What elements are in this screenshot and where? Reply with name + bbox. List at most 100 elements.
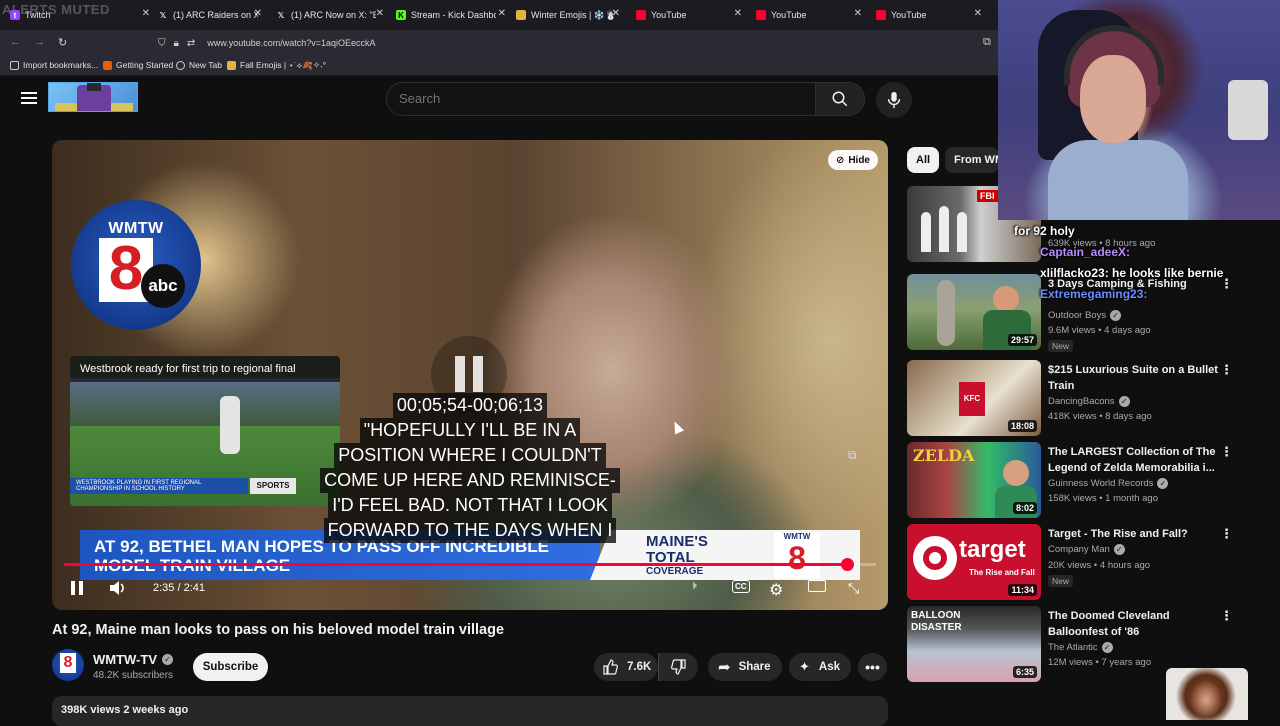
youtube-doodle-logo[interactable]	[48, 82, 138, 112]
search-input[interactable]	[399, 91, 799, 106]
bookmark-fall-emojis[interactable]: Fall Emojis | ⋆˙⟡🍂✧˖°	[227, 60, 326, 71]
share-button[interactable]: ➦ Share	[708, 653, 782, 681]
rec-channel[interactable]: The Atlantic ✓	[1048, 642, 1113, 653]
search-box	[386, 82, 816, 116]
fullscreen-button[interactable]: ⤡	[848, 580, 859, 597]
rec-meta: 20K views • 4 hours ago	[1048, 560, 1151, 571]
bookmark-label: Getting Started	[116, 60, 174, 70]
tab-youtube-2[interactable]: YouTube ✕	[756, 4, 862, 26]
football-player	[220, 396, 240, 454]
recommendation-1[interactable]: 29:57 3 Days Camping & Fishing Outdoor B…	[907, 274, 1272, 352]
tab-youtube-3[interactable]: YouTube ✕	[876, 4, 982, 26]
recommendation-3[interactable]: ZELDA 8:02 The LARGEST Collection of The…	[907, 442, 1272, 518]
progress-bar[interactable]	[64, 558, 876, 571]
bookmark-getting-started[interactable]: Getting Started	[103, 60, 173, 70]
hide-overlay-button[interactable]: ⊘ Hide	[827, 150, 878, 170]
channel-name[interactable]: WMTW-TV	[93, 652, 157, 667]
close-icon[interactable]: ✕	[254, 8, 262, 19]
close-icon[interactable]: ✕	[854, 8, 862, 19]
wmtw-station-logo: WMTW 8 abc	[71, 200, 201, 330]
logo-abc-text: abc	[141, 264, 185, 308]
channel-name-row[interactable]: WMTW-TV ✓	[93, 652, 173, 667]
more-vertical-icon[interactable]: ⋮	[1220, 444, 1233, 460]
voice-search-button[interactable]	[876, 82, 912, 118]
rec-channel[interactable]: DancingBacons ✓	[1048, 396, 1130, 407]
close-icon[interactable]: ✕	[376, 8, 384, 19]
autoplay-icon: ⏵	[692, 580, 698, 592]
hide-label: Hide	[848, 154, 870, 166]
rec-title[interactable]: Target - The Rise and Fall?	[1048, 526, 1218, 542]
globe-icon	[176, 60, 185, 70]
video-thumbnail[interactable]: KFC 18:08	[907, 360, 1041, 436]
scrubber-handle[interactable]	[840, 558, 854, 571]
recommendation-2[interactable]: KFC 18:08 $215 Luxurious Suite on a Bull…	[907, 360, 1272, 436]
subscribe-button[interactable]: Subscribe	[193, 653, 268, 681]
tab-label: (1) ARC Raiders on X: "	[173, 10, 258, 20]
tab-kick-dashboard[interactable]: K Stream - Kick Dashboard ✕	[396, 4, 506, 26]
tab-label: YouTube	[651, 10, 687, 20]
url-bar[interactable]: ⛉ 🔒︎ ⇄ www.youtube.com/watch?v=1aqiOEecc…	[150, 33, 1000, 53]
close-icon[interactable]: ✕	[142, 8, 150, 19]
pause-button[interactable]	[70, 580, 84, 596]
rec-title[interactable]: $215 Luxurious Suite on a Bullet Train	[1048, 362, 1218, 394]
close-icon[interactable]: ✕	[734, 8, 742, 19]
video-thumbnail[interactable]: target The Rise and Fall 11:34	[907, 524, 1041, 600]
captions-button[interactable]: CC	[732, 580, 750, 593]
channel-avatar[interactable]: 8	[52, 649, 84, 681]
theater-mode-button[interactable]	[808, 580, 826, 592]
more-vertical-icon[interactable]: ⋮	[1220, 608, 1233, 624]
rec-channel[interactable]: Outdoor Boys ✓	[1048, 310, 1122, 321]
tab-youtube-1[interactable]: YouTube ✕	[636, 4, 742, 26]
volume-button[interactable]	[109, 580, 127, 596]
rec-meta: 158K views • 1 month ago	[1048, 493, 1159, 504]
like-button[interactable]: 7.6K	[594, 653, 658, 681]
caption-line: POSITION WHERE I COULDN'T	[334, 443, 606, 468]
verified-icon: ✓	[1157, 478, 1169, 489]
menu-icon[interactable]	[21, 92, 37, 104]
like-count: 7.6K	[627, 661, 652, 673]
video-thumbnail[interactable]: BALLOON DISASTER 6:35	[907, 606, 1041, 682]
dislike-button[interactable]	[658, 653, 698, 681]
tab-winter-emojis[interactable]: Winter Emojis | ❄️☃️ ✕	[516, 4, 620, 26]
rec-meta: 9.6M views • 4 days ago	[1048, 325, 1151, 336]
rec-channel-name: The Atlantic	[1048, 642, 1098, 653]
reload-icon[interactable]: ↻	[58, 36, 67, 49]
close-icon[interactable]: ✕	[612, 8, 620, 19]
more-actions-button[interactable]: •••	[858, 653, 887, 681]
bookmark-import[interactable]: Import bookmarks...	[10, 60, 98, 70]
search-button[interactable]	[815, 82, 865, 116]
picture-in-picture-icon[interactable]: ⧉	[983, 36, 991, 49]
close-icon[interactable]: ✕	[974, 8, 982, 19]
tab-arc-now[interactable]: 𝕏 (1) ARC Now on X: "Big ✕	[276, 4, 384, 26]
ask-button[interactable]: ✦ Ask	[789, 653, 851, 681]
rec-channel[interactable]: Guinness World Records ✓	[1048, 478, 1169, 489]
rec-title[interactable]: The LARGEST Collection of The Legend of …	[1048, 444, 1218, 476]
lock-icon: 🔒︎	[173, 37, 179, 49]
eye-off-icon: ⊘	[835, 154, 845, 166]
streamer-webcam	[998, 0, 1280, 220]
more-vertical-icon[interactable]: ⋮	[1220, 362, 1233, 378]
back-icon[interactable]: ←	[10, 36, 21, 48]
close-icon[interactable]: ✕	[498, 8, 506, 19]
rec-channel[interactable]: Company Man ✓	[1048, 544, 1125, 555]
sparkle-icon: ✦	[799, 659, 810, 674]
caption-line: I'D FEEL BAD. NOT THAT I LOOK	[328, 493, 612, 518]
bookmark-new-tab[interactable]: New Tab	[176, 60, 222, 70]
miniplayer-icon[interactable]: ⧉	[848, 448, 857, 463]
video-thumbnail[interactable]: 29:57	[907, 274, 1041, 350]
rec-title[interactable]: The Doomed Cleveland Balloonfest of '86	[1048, 608, 1218, 640]
tab-arc-raiders[interactable]: 𝕏 (1) ARC Raiders on X: " ✕	[158, 4, 262, 26]
tab-twitch[interactable]: t Twitch ✕	[10, 4, 150, 26]
forward-icon[interactable]: →	[34, 36, 45, 48]
description-box[interactable]: 398K views 2 weeks ago	[52, 696, 888, 726]
pip-lower-third: WESTBROOK PLAYING IN FIRST REGIONAL CHAM…	[70, 478, 248, 494]
video-thumbnail[interactable]: ZELDA 8:02	[907, 442, 1041, 518]
recommendation-4[interactable]: target The Rise and Fall 11:34 Target - …	[907, 524, 1272, 600]
thumbnail-zelda-text: ZELDA	[913, 446, 975, 465]
chip-from-channel[interactable]: From WM	[945, 147, 999, 173]
video-player[interactable]: ⊘ Hide WMTW 8 abc Westbrook ready for fi…	[52, 140, 888, 610]
settings-button[interactable]: ⚙	[769, 580, 783, 600]
chip-all[interactable]: All	[907, 147, 940, 173]
autoplay-toggle[interactable]: ⏵	[692, 580, 698, 593]
more-vertical-icon[interactable]: ⋮	[1220, 526, 1233, 542]
